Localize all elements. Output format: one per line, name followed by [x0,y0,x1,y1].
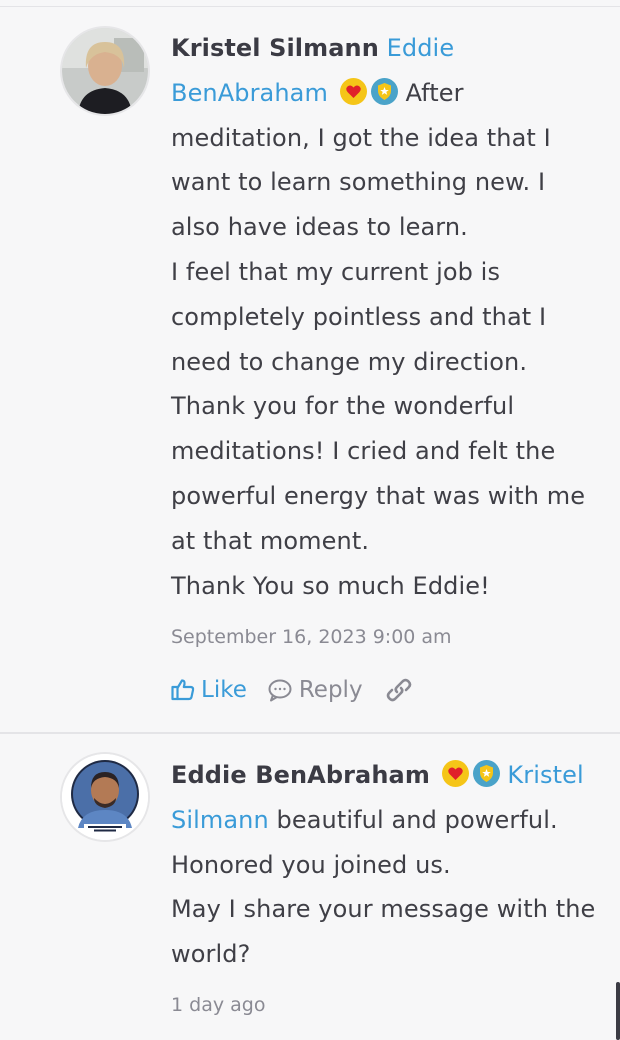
link-button[interactable] [383,674,415,706]
shield-badge-icon [370,77,398,105]
heart-badge-icon [441,760,469,787]
comment-timestamp: September 16, 2023 9:00 am [171,626,452,648]
comment-body: Eddie BenAbraham Kristel Silmann beautif… [171,753,611,977]
avatar[interactable] [62,28,148,114]
like-label: Like [201,677,247,703]
comment-author[interactable]: Eddie BenAbraham [171,761,430,789]
comment-divider [0,732,620,734]
heart-badge-icon [339,77,367,105]
top-divider [0,6,620,7]
comment-text: beautiful and powerful. [276,805,558,834]
comment-body: Kristel Silmann Eddie BenAbraham After m… [171,26,596,608]
comment-timestamp: 1 day ago [171,994,266,1016]
scrollbar-thumb[interactable] [616,982,620,1040]
like-button[interactable]: Like [170,677,247,703]
comment-paragraph: I feel that my current job is completely… [171,257,547,376]
comment-paragraph: May I share your message with the world? [171,895,596,969]
comment-actions: Like Reply [170,674,415,706]
comment-paragraph: Honored you joined us. [171,850,451,879]
reply-button[interactable]: Reply [267,677,363,703]
comment-paragraph: Thank you for the wonderful meditations!… [171,392,586,555]
shield-badge-icon [472,760,500,787]
reply-label: Reply [298,677,363,703]
speech-bubble-icon [267,677,293,703]
thumbs-up-icon [170,677,196,703]
comment-author[interactable]: Kristel Silmann [171,34,379,62]
link-icon [383,674,415,706]
avatar[interactable] [62,754,148,840]
comment-paragraph: Thank You so much Eddie! [171,571,490,600]
